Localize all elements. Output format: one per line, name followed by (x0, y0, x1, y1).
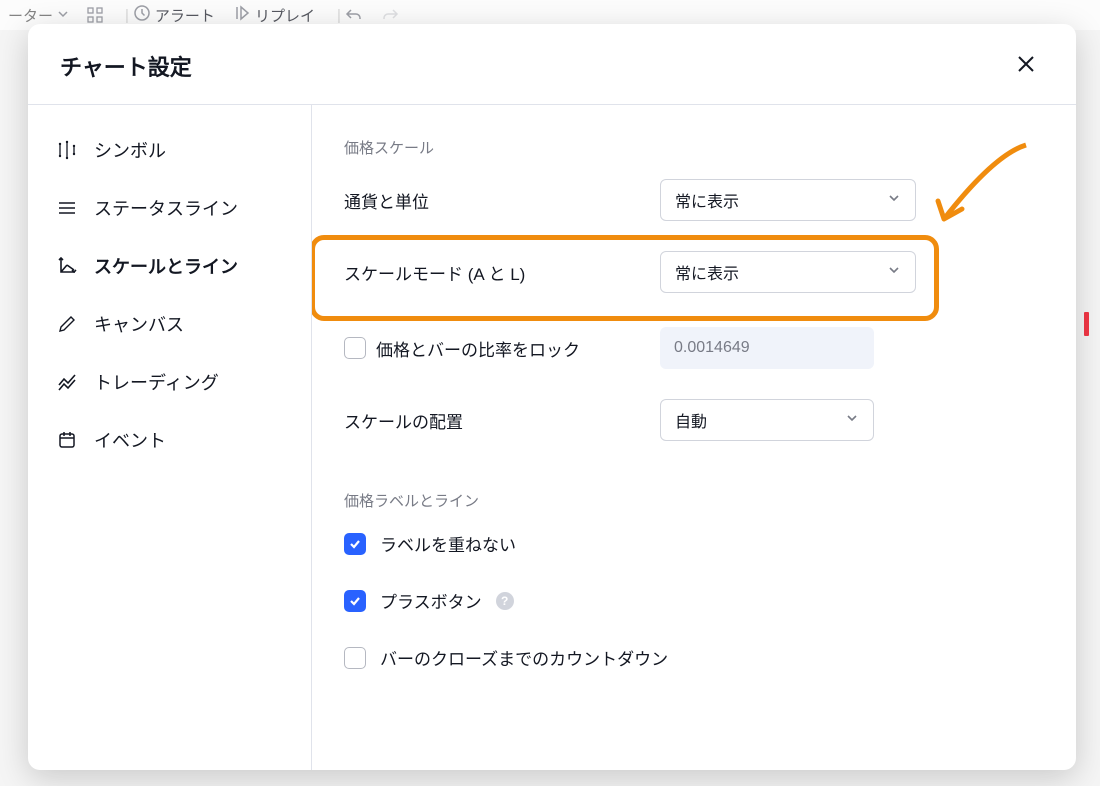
bg-indicator-text: ーター (8, 5, 53, 26)
label-scale-mode: スケールモード (A と L) (344, 260, 660, 285)
trading-icon (56, 371, 78, 393)
label-scale-placement: スケールの配置 (344, 408, 660, 433)
label-lock-ratio: 価格とバーの比率をロック (344, 336, 660, 361)
sidebar-item-scales-lines[interactable]: スケールとライン (28, 237, 311, 295)
label-currency-unit: 通貨と単位 (344, 188, 660, 213)
price-indicator (1084, 312, 1089, 336)
countdown-label: バーのクローズまでのカウントダウン (380, 645, 668, 670)
select-value: 常に表示 (675, 260, 739, 284)
select-currency-unit[interactable]: 常に表示 (660, 179, 916, 221)
modal-body: シンボル ステータスライン スケールとライン キャンバス (28, 105, 1076, 770)
chevron-down-icon (57, 7, 69, 24)
settings-sidebar: シンボル ステータスライン スケールとライン キャンバス (28, 105, 312, 770)
chevron-down-icon (845, 411, 859, 430)
sidebar-item-label: キャンバス (94, 311, 184, 337)
redo-icon (381, 6, 399, 24)
row-no-overlap-labels: ラベルを重ねない (344, 531, 1044, 556)
row-plus-button: プラスボタン ? (344, 588, 1044, 613)
modal-header: チャート設定 (28, 24, 1076, 105)
separator: | (125, 7, 129, 24)
section-price-scales: 価格スケール (344, 137, 1044, 158)
close-button[interactable] (1008, 48, 1044, 84)
settings-content: 価格スケール 通貨と単位 常に表示 スケールモード (A と L) (312, 105, 1076, 770)
sidebar-item-symbol[interactable]: シンボル (28, 121, 311, 179)
no-overlap-label: ラベルを重ねない (380, 531, 516, 556)
alert-icon (133, 4, 151, 26)
status-line-icon (56, 197, 78, 219)
sidebar-item-label: スケールとライン (94, 253, 238, 279)
select-scale-placement[interactable]: 自動 (660, 399, 874, 441)
row-scale-mode: スケールモード (A と L) 常に表示 (344, 250, 1044, 294)
chart-settings-modal: チャート設定 シンボル ステータスライン (28, 24, 1076, 770)
select-value: 常に表示 (675, 188, 739, 212)
select-scale-mode[interactable]: 常に表示 (660, 251, 916, 293)
bg-alert-text: アラート (155, 5, 215, 26)
undo-icon (345, 6, 363, 24)
sidebar-item-events[interactable]: イベント (28, 411, 311, 469)
section-price-labels-lines: 価格ラベルとライン (344, 490, 1044, 511)
canvas-icon (56, 313, 78, 335)
chevron-down-icon (887, 263, 901, 282)
row-lock-ratio: 価格とバーの比率をロック 0.0014649 (344, 326, 1044, 370)
sidebar-item-status-line[interactable]: ステータスライン (28, 179, 311, 237)
sidebar-item-label: シンボル (94, 137, 166, 163)
checkbox-plus-button[interactable] (344, 590, 366, 612)
scales-lines-icon (56, 255, 78, 277)
separator: | (337, 7, 341, 24)
row-currency-unit: 通貨と単位 常に表示 (344, 178, 1044, 222)
sidebar-item-canvas[interactable]: キャンバス (28, 295, 311, 353)
plus-button-label: プラスボタン (380, 588, 482, 613)
sidebar-item-label: ステータスライン (94, 195, 238, 221)
sidebar-item-label: トレーディング (94, 369, 219, 395)
input-value: 0.0014649 (674, 339, 750, 357)
events-icon (56, 429, 78, 451)
checkbox-no-overlap-labels[interactable] (344, 533, 366, 555)
chevron-down-icon (887, 191, 901, 210)
help-icon[interactable]: ? (496, 592, 514, 610)
checkbox-lock-ratio[interactable] (344, 337, 366, 359)
modal-title: チャート設定 (60, 50, 192, 82)
select-value: 自動 (675, 408, 707, 432)
replay-icon (233, 4, 251, 26)
sidebar-item-label: イベント (94, 427, 166, 453)
symbol-icon (56, 139, 78, 161)
lock-ratio-label: 価格とバーの比率をロック (376, 336, 580, 361)
grid-icon (87, 7, 103, 23)
row-scale-placement: スケールの配置 自動 (344, 398, 1044, 442)
row-countdown: バーのクローズまでのカウントダウン (344, 645, 1044, 670)
checkbox-countdown[interactable] (344, 647, 366, 669)
bg-replay-text: リプレイ (255, 5, 315, 26)
input-lock-ratio[interactable]: 0.0014649 (660, 327, 874, 369)
close-icon (1015, 53, 1037, 80)
sidebar-item-trading[interactable]: トレーディング (28, 353, 311, 411)
